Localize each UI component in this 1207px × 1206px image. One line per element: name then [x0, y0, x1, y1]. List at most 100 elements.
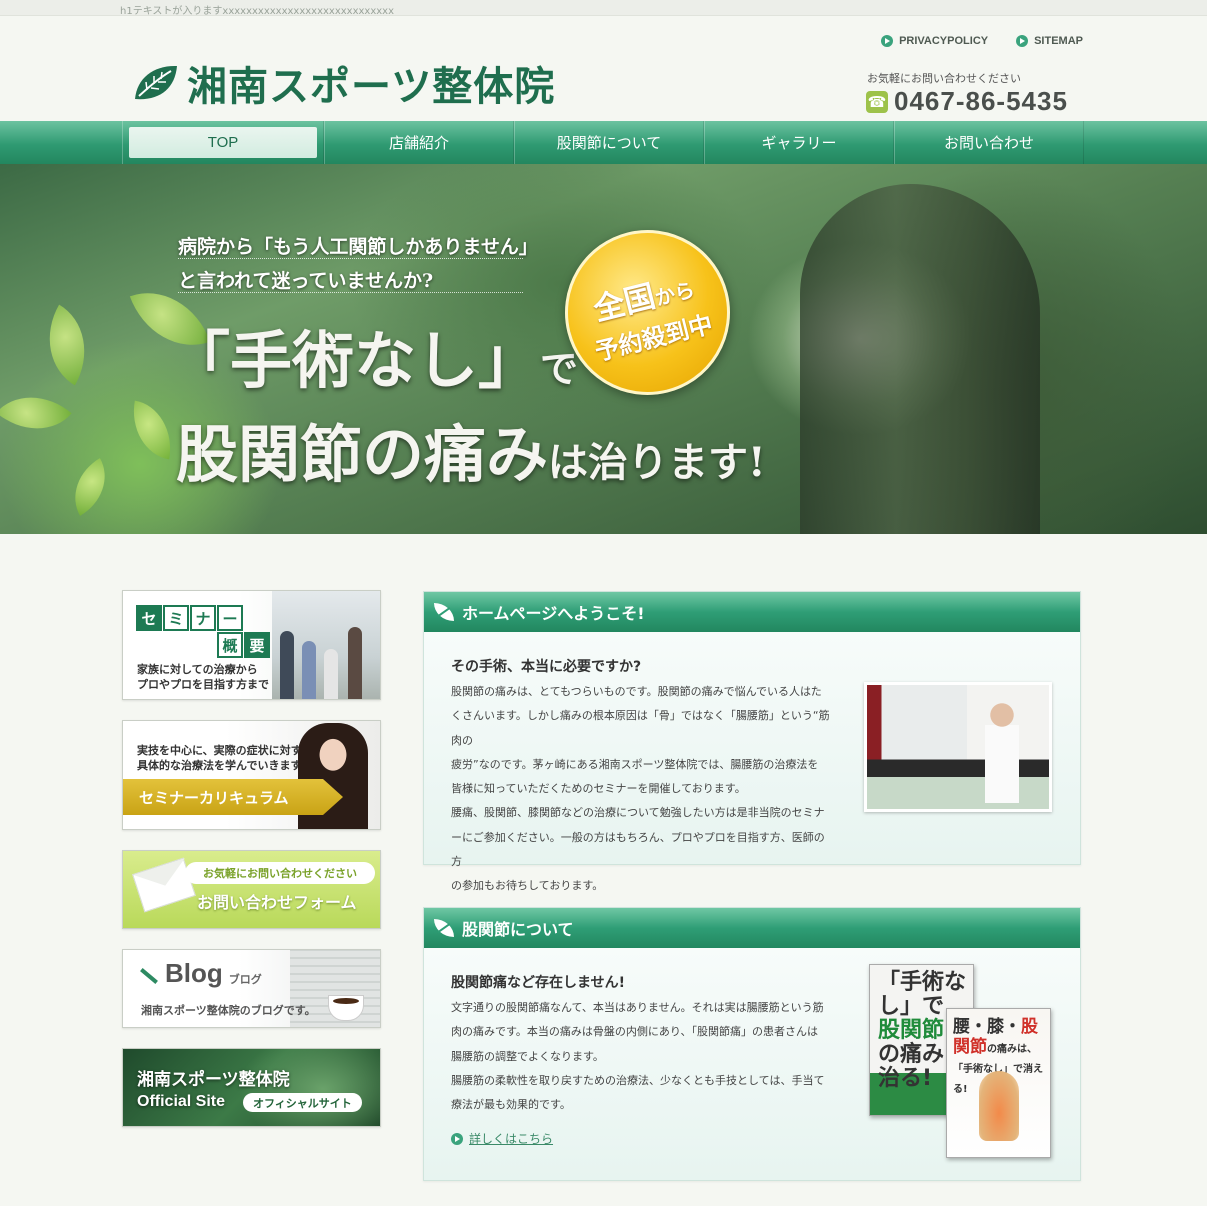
hip-heading: 股関節について: [462, 920, 574, 939]
hero-question-line2: と言われて迷っていませんか?: [178, 270, 434, 292]
leaf-decoration: [125, 400, 179, 460]
nav-item-label: 股関節について: [556, 134, 662, 152]
hero-question-line1: 病院から「もう人工関節しかありません」: [178, 236, 538, 258]
seminar-char: セ: [136, 605, 162, 631]
clinic-photo: [864, 682, 1052, 812]
person-figure: [324, 649, 338, 699]
logo[interactable]: 湘南スポーツ整体院: [133, 54, 555, 112]
welcome-heading: ホームページへようこそ!: [462, 604, 645, 623]
person-figure: [348, 627, 362, 699]
official-line1: 湘南スポーツ整体院: [137, 1070, 290, 1090]
seminar-curriculum-banner[interactable]: 実技を中心に、実際の症状に対する 具体的な治療法を学んでいきます。 セミナーカリ…: [122, 720, 381, 830]
divider: [178, 258, 523, 259]
blog-title: Blog ブログ: [139, 958, 262, 989]
tree-trunk-image: [800, 184, 1040, 534]
body-line: 文字通りの股関節痛なんて、本当はありません。それは実は腸腰筋という筋: [451, 1001, 824, 1014]
leaf-icon: [434, 919, 454, 937]
badge-line1-small: から: [652, 276, 697, 310]
circle-arrow-icon: [1016, 35, 1029, 47]
seminar-char: ナ: [190, 605, 216, 631]
phone-number[interactable]: ☎ 0467-86-5435: [866, 86, 1068, 117]
form-big-label: お問い合わせフォーム: [197, 893, 357, 912]
leaf-decoration: [60, 458, 120, 516]
nav-item-label: TOP: [129, 127, 317, 158]
headline2-small: は治ります!: [548, 439, 766, 486]
welcome-subheading: その手術、本当に必要ですか?: [451, 659, 642, 675]
body-line: 疲労”なのです。茅ヶ崎にある湘南スポーツ整体院では、腸腰筋の治療法を: [451, 757, 819, 771]
official-site-banner[interactable]: 湘南スポーツ整体院 Official Site オフィシャルサイト: [122, 1048, 381, 1127]
seminar-char: ミ: [163, 605, 189, 631]
headline1-small: で: [540, 346, 579, 391]
nav-item-label: 店舗紹介: [388, 134, 449, 152]
seminar-char: 概: [217, 632, 243, 658]
hero-banner: 病院から「もう人工関節しかありません」 と言われて迷っていませんか? 「手術なし…: [0, 164, 1207, 534]
body-line: 股関節の痛みは、とてもつらいものです。股関節の痛みで悩んでいる人はた: [451, 685, 822, 698]
global-nav: TOP 店舗紹介 股関節について ギャラリー お問い合わせ: [0, 121, 1207, 164]
seminar-char: 要: [244, 632, 270, 658]
welcome-panel-header: ホームページへようこそ!: [424, 592, 1080, 632]
leaf-decoration: [0, 375, 72, 451]
seminar-sub-line1: 家族に対しての治療から: [137, 663, 258, 676]
seminar-subtitle: 家族に対しての治療から プロやプロを目指す方まで: [137, 662, 269, 692]
nav-item-store[interactable]: 店舗紹介: [324, 121, 514, 164]
phone-number-text: 0467-86-5435: [894, 86, 1068, 116]
privacy-policy-link[interactable]: PRIVACYPOLICY: [881, 35, 988, 47]
circle-arrow-icon: [881, 35, 894, 47]
phone-icon: ☎: [866, 90, 888, 113]
nav-item-top[interactable]: TOP: [122, 121, 324, 164]
curriculum-text-line1: 実技を中心に、実際の症状に対する: [137, 744, 313, 757]
form-small-label: お気軽にお問い合わせください: [185, 862, 375, 884]
doctor-figure: [985, 703, 1019, 803]
official-line2: Official Site: [137, 1093, 226, 1110]
leaf-decoration: [28, 304, 106, 386]
nav-item-contact[interactable]: お問い合わせ: [894, 121, 1084, 164]
book-cover-2: 腰・膝・股関節の痛みは、「手術なし」で消える!: [946, 1008, 1051, 1158]
seminar-sub-line2: プロやプロを目指す方まで: [137, 678, 269, 691]
logo-text: 湘南スポーツ整体院: [187, 64, 556, 110]
privacy-policy-label: PRIVACYPOLICY: [899, 35, 989, 47]
headline2-main: 股関節の痛み: [176, 418, 549, 491]
hip-panel: 股関節について 股関節痛など存在しません! 文字通りの股関節痛なんて、本当はあり…: [423, 907, 1081, 1181]
welcome-panel: ホームページへようこそ! その手術、本当に必要ですか? 股関節の痛みは、とてもつ…: [423, 591, 1081, 892]
more-link-label: 詳しくはこちら: [469, 1132, 554, 1146]
hip-body: 文字通りの股関節痛なんて、本当はありません。それは実は腸腰筋という筋 肉の痛みで…: [451, 996, 833, 1117]
sidebar: セ ミ ナ ー 概 要 家族に対しての治療から プロやプロを目指す方まで 実技を…: [122, 590, 382, 1127]
blog-subtitle: 湘南スポーツ整体院のブログです。: [141, 1004, 316, 1017]
blog-title-text: Blog: [165, 958, 223, 988]
slash-icon: [140, 967, 158, 984]
body-figure-illustration: [979, 1071, 1019, 1141]
more-link[interactable]: 詳しくはこちら: [451, 1130, 553, 1147]
person-figure: [302, 641, 316, 699]
divider: [178, 292, 523, 293]
curriculum-bar: セミナーカリキュラム: [123, 779, 343, 815]
contact-form-banner[interactable]: お気軽にお問い合わせください お問い合わせフォーム: [122, 850, 381, 929]
body-line: 腸腰筋の調整でよくなります。: [451, 1049, 604, 1063]
nav-item-gallery[interactable]: ギャラリー: [704, 121, 894, 164]
official-pill: オフィシャルサイト: [243, 1093, 362, 1112]
body-line: ーにご参加ください。一般の方はもちろん、プロやプロを目指す方、医師の方: [451, 830, 825, 869]
sitemap-link[interactable]: SITEMAP: [1016, 35, 1083, 47]
leaf-icon: [434, 603, 454, 621]
nav-item-label: お問い合わせ: [943, 134, 1034, 152]
seminar-char: ー: [217, 605, 243, 631]
hip-panel-header: 股関節について: [424, 908, 1080, 948]
hero-headline-1: 「手術なし」で: [168, 310, 578, 400]
nav-item-hip[interactable]: 股関節について: [514, 121, 704, 164]
welcome-body: 股関節の痛みは、とてもつらいものです。股関節の痛みで悩んでいる人はた くさんいま…: [451, 680, 833, 899]
curriculum-text-line2: 具体的な治療法を学んでいきます。: [137, 759, 312, 772]
leaf-logo-icon: [135, 65, 177, 100]
h1-text: h1テキストが入りますxxxxxxxxxxxxxxxxxxxxxxxxxxxxx: [120, 6, 395, 17]
body-line: の参加もお待ちしております。: [451, 879, 604, 893]
nav-item-label: ギャラリー: [761, 134, 837, 152]
top-strip: h1テキストが入りますxxxxxxxxxxxxxxxxxxxxxxxxxxxxx: [0, 0, 1207, 17]
curriculum-text: 実技を中心に、実際の症状に対する 具体的な治療法を学んでいきます。: [137, 743, 313, 773]
hero-headline-2: 股関節の痛みは治ります!: [176, 404, 766, 494]
seminar-overview-banner[interactable]: セ ミ ナ ー 概 要 家族に対しての治療から プロやプロを目指す方まで: [122, 590, 381, 700]
seminar-photo: [272, 591, 380, 699]
body-line: 腰痛、股関節、膝関節などの治療について勉強したい方は是非当院のセミナ: [451, 806, 825, 820]
person-figure: [280, 631, 294, 699]
book1-title-b: 股関節: [878, 1018, 945, 1043]
headline1-main: 「手術なし」: [168, 324, 541, 397]
blog-banner[interactable]: Blog ブログ 湘南スポーツ整体院のブログです。: [122, 949, 381, 1028]
contact-label: お気軽にお問い合わせください: [867, 72, 1021, 85]
